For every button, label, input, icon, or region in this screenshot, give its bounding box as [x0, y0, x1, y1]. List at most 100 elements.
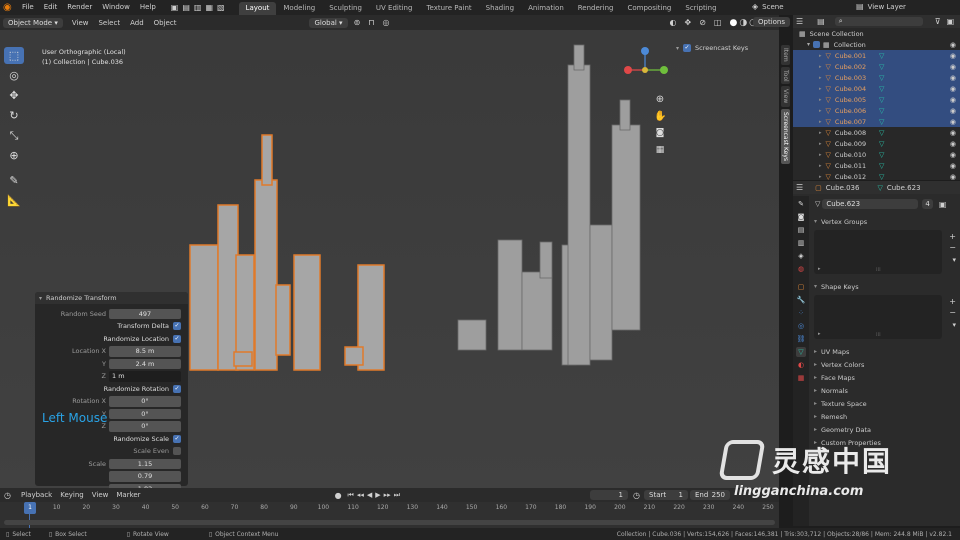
panel-header[interactable]: ▸ Texture Space	[810, 397, 960, 410]
tab-screencast-keys[interactable]: Screencast Keys	[781, 108, 790, 164]
blender-logo-icon[interactable]: ◉	[3, 1, 17, 14]
tab-animation[interactable]: Animation	[521, 2, 571, 15]
eye-icon[interactable]: ◉	[950, 162, 956, 170]
output-icon[interactable]: ▤	[796, 225, 806, 235]
proportional-icon[interactable]: ◎	[383, 18, 390, 27]
timeline-track[interactable]: 1102030405060708090100110120130140150160…	[0, 502, 779, 528]
collection-checkbox[interactable]	[813, 41, 821, 48]
panel-header[interactable]: ▸ Geometry Data	[810, 423, 960, 436]
texture-icon[interactable]: ▦	[796, 373, 806, 383]
timeline-menu-marker[interactable]: Marker	[112, 491, 144, 499]
menu-edit[interactable]: Edit	[39, 0, 63, 15]
scale-x-field[interactable]: 1.15	[109, 458, 181, 469]
current-frame-field[interactable]: 1	[590, 490, 629, 500]
outliner-item[interactable]: ▸ ▽ Cube.007 ▽ ◉	[793, 116, 960, 127]
chevron-down-icon[interactable]: ▾	[952, 256, 956, 264]
fake-user-icon[interactable]: ▣	[939, 200, 947, 209]
scene-icon[interactable]: ◈	[796, 251, 806, 261]
add-icon[interactable]: +	[949, 297, 956, 306]
transform-icon[interactable]: ⊕	[4, 147, 24, 164]
record-icon[interactable]: ●	[335, 491, 342, 500]
tab-texture-paint[interactable]: Texture Paint	[419, 2, 478, 15]
viewport-menu-add[interactable]: Add	[125, 19, 149, 27]
particles-icon[interactable]: ⁘	[796, 308, 806, 318]
xray-icon[interactable]: ◫	[714, 18, 722, 27]
outliner-item[interactable]: ▸ ▽ Cube.001 ▽ ◉	[793, 50, 960, 61]
timeline-menu-keying[interactable]: Keying	[56, 491, 88, 499]
tab-view[interactable]: View	[781, 86, 790, 107]
outliner-item[interactable]: ▸ ▽ Cube.005 ▽ ◉	[793, 94, 960, 105]
play-icon[interactable]: ▶	[375, 491, 380, 499]
mesh-data-icon[interactable]: ▽	[879, 107, 884, 115]
viewport-menu-object[interactable]: Object	[149, 19, 182, 27]
move-icon[interactable]: ✥	[4, 87, 24, 104]
scale-even-toggle[interactable]: Scale Even	[35, 447, 181, 456]
chevron-right-icon[interactable]: ▸	[819, 119, 822, 125]
menu-file[interactable]: File	[17, 0, 39, 15]
scene-collection-row[interactable]: ▦ Scene Collection	[793, 28, 960, 39]
chevron-right-icon[interactable]: ▸	[819, 64, 822, 70]
chevron-right-icon[interactable]: ▸	[819, 86, 822, 92]
eye-icon[interactable]: ◉	[950, 173, 956, 181]
add-icon[interactable]: +	[949, 232, 956, 241]
overlay-icon[interactable]: ⊘	[699, 18, 706, 27]
cursor-icon[interactable]: ◎	[4, 67, 24, 84]
timeline-scrollbar[interactable]	[4, 520, 775, 525]
select-mode-icon[interactable]: ▣	[171, 3, 179, 12]
chevron-right-icon[interactable]: ▸	[819, 174, 822, 180]
clock-icon[interactable]: ◷	[633, 491, 640, 500]
tab-rendering[interactable]: Rendering	[571, 2, 621, 15]
eye-icon[interactable]: ◉	[950, 107, 956, 115]
select-invert-icon[interactable]: ▦	[205, 3, 213, 12]
eye-icon[interactable]: ◉	[950, 52, 956, 60]
frame-ruler[interactable]: 1102030405060708090100110120130140150160…	[0, 502, 779, 514]
resize-handle-icon[interactable]: ⁞⁞⁞	[876, 267, 881, 273]
randomize-location-checkbox[interactable]: ✓	[173, 334, 181, 343]
scale-y-field[interactable]: 0.79	[109, 471, 181, 482]
physics-icon[interactable]: ◎	[796, 321, 806, 331]
visibility-icon[interactable]: ◐	[670, 18, 677, 27]
timeline-menu-playback[interactable]: Playback	[17, 491, 56, 499]
snap-icon[interactable]: ⊓	[368, 18, 374, 27]
chevron-right-icon[interactable]: ▸	[819, 152, 822, 158]
mesh-data-icon[interactable]: ▽	[879, 74, 884, 82]
transform-delta-toggle[interactable]: Transform Delta ✓	[35, 322, 181, 331]
eye-icon[interactable]: ◉	[950, 96, 956, 104]
outliner-search-input[interactable]: ⌕	[834, 17, 923, 26]
play-reverse-icon[interactable]: ◀	[367, 491, 372, 499]
viewport-menu-view[interactable]: View	[67, 19, 94, 27]
mesh-data-icon[interactable]: ▽	[879, 162, 884, 170]
panel-header[interactable]: ▸ Face Maps	[810, 371, 960, 384]
list-box[interactable]: + − ▾ ▸ ⁞⁞⁞	[814, 230, 956, 274]
eye-icon[interactable]: ◉	[950, 129, 956, 137]
mesh-data-icon[interactable]: ▽	[796, 347, 806, 357]
mesh-data-name-field[interactable]: Cube.623	[822, 199, 919, 209]
annotate-icon[interactable]: ✎	[4, 172, 24, 189]
tab-compositing[interactable]: Compositing	[621, 2, 679, 15]
outliner-item[interactable]: ▸ ▽ Cube.010 ▽ ◉	[793, 149, 960, 160]
view-layer-selector[interactable]: ▤ View Layer	[856, 2, 906, 11]
view-layer-icon[interactable]: ▥	[796, 238, 806, 248]
rotation-y-field[interactable]: 0°	[109, 408, 181, 419]
rotate-icon[interactable]: ↻	[4, 107, 24, 124]
tab-tool[interactable]: Tool	[781, 66, 790, 85]
render-icon[interactable]: ◙	[796, 212, 806, 222]
panel-header[interactable]: ▸ Normals	[810, 384, 960, 397]
scale-even-checkbox[interactable]	[173, 447, 181, 456]
rotation-x-field[interactable]: 0°	[109, 396, 181, 407]
menu-window[interactable]: Window	[97, 0, 135, 15]
redo-panel-header[interactable]: ▾ Randomize Transform	[35, 292, 188, 304]
select-intersect-icon[interactable]: ▧	[217, 3, 225, 12]
world-icon[interactable]: ◍	[796, 264, 806, 274]
object-icon[interactable]: ▢	[796, 282, 806, 292]
chevron-right-icon[interactable]: ▸	[819, 163, 822, 169]
new-collection-icon[interactable]: ▣	[947, 17, 955, 26]
object-name[interactable]: Cube.036	[826, 184, 860, 192]
chevron-down-icon[interactable]: ▾	[952, 321, 956, 329]
tool-icon[interactable]: ✎	[796, 199, 806, 209]
mesh-data-icon[interactable]: ▽	[879, 129, 884, 137]
randomize-scale-checkbox[interactable]: ✓	[173, 434, 181, 443]
screencast-checkbox[interactable]: ✓	[683, 44, 692, 52]
tab-modeling[interactable]: Modeling	[276, 2, 322, 15]
next-key-icon[interactable]: ▸▸	[384, 491, 391, 499]
